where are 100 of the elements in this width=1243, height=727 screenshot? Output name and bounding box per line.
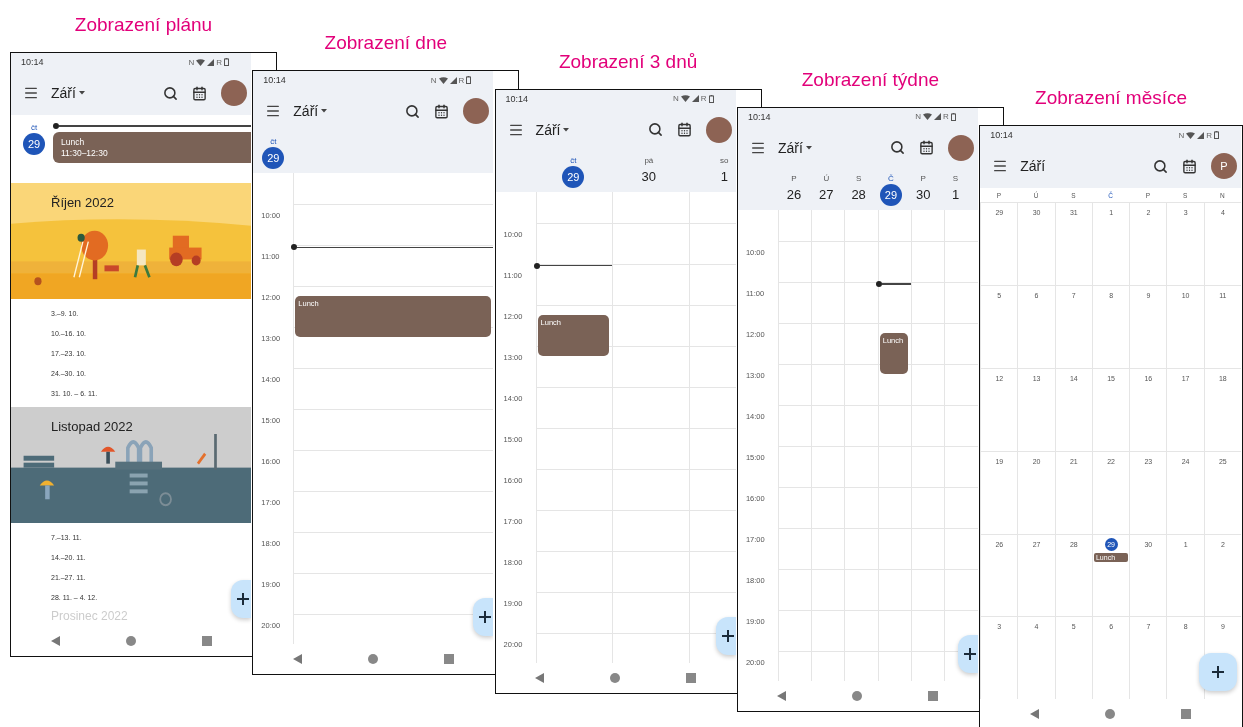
status-time: 10:14 [263, 75, 286, 86]
view-caption: Zobrazení plánu [74, 13, 213, 37]
event-card[interactable]: Lunch 11:30–12:30 [53, 132, 251, 163]
month-selector[interactable]: Září [1020, 158, 1046, 175]
wifi-icon [923, 113, 933, 121]
back-icon[interactable] [535, 672, 545, 683]
recent-apps-icon[interactable] [201, 636, 212, 646]
status-time: 10:14 [21, 57, 44, 67]
weekday-label: P [920, 173, 926, 183]
recent-apps-icon[interactable] [443, 654, 454, 665]
home-icon[interactable] [852, 690, 863, 701]
status-time: 10:14 [990, 130, 1013, 141]
plus-icon [237, 593, 249, 605]
caret-icon [805, 145, 812, 150]
signal-icon [1197, 131, 1205, 139]
add-event-button[interactable] [957, 634, 978, 673]
date-label[interactable]: 30 [912, 183, 935, 206]
battery-icon [1214, 131, 1219, 140]
event-title: Lunch [61, 137, 86, 147]
date-label[interactable]: 28 [847, 183, 870, 206]
calendar-icon[interactable] [192, 85, 207, 101]
recent-apps-icon[interactable] [686, 672, 697, 683]
back-icon[interactable] [50, 636, 60, 646]
date-label[interactable]: 30 [637, 165, 660, 188]
home-icon[interactable] [125, 636, 136, 646]
status-indicator: N [430, 75, 437, 85]
date-badge[interactable]: 29 [23, 133, 45, 155]
calendar-icon[interactable] [1182, 158, 1197, 174]
view-caption: Zobrazení měsíce [1035, 86, 1188, 111]
status-time: 10:14 [505, 93, 529, 104]
weekday-label: pá [644, 155, 654, 165]
wifi-icon [438, 76, 448, 84]
view-caption: Zobrazení dne [324, 31, 448, 56]
month-title: Říjen 2022 [50, 194, 114, 210]
status-indicator: R [458, 75, 465, 85]
battery-icon [224, 58, 229, 66]
month-selector[interactable]: Září [293, 103, 328, 120]
status-indicator: R [216, 57, 222, 67]
weekday-label: čt [270, 137, 277, 147]
plus-icon [479, 611, 492, 624]
weekday-label: čt [570, 155, 577, 165]
profile-avatar[interactable]: P [1211, 153, 1237, 180]
status-indicator: R [1206, 130, 1212, 140]
status-indicator: N [1178, 130, 1185, 140]
add-event-button[interactable] [473, 598, 494, 637]
caret-icon [321, 109, 328, 114]
profile-avatar[interactable] [947, 134, 974, 161]
search-icon[interactable] [1153, 158, 1168, 174]
weekday-label: so [720, 155, 729, 165]
status-indicator: N [188, 57, 195, 67]
date-label[interactable]: 29 [562, 165, 585, 188]
month-title: Listopad 2022 [50, 418, 133, 434]
home-icon[interactable] [610, 672, 621, 683]
plus-icon [963, 647, 976, 660]
date-label[interactable]: 1 [944, 183, 967, 206]
status-indicator: R [943, 112, 949, 122]
status-indicator: N [915, 112, 922, 122]
battery-icon [950, 112, 956, 121]
weekday-label: S [952, 173, 959, 183]
date-label[interactable]: 29 [262, 147, 285, 170]
signal-icon [449, 76, 457, 84]
search-icon[interactable] [163, 85, 178, 101]
month-selector[interactable]: Září [51, 85, 85, 101]
add-event-button[interactable] [1199, 653, 1237, 692]
weekday-label: Č [888, 173, 894, 183]
wifi-icon [680, 95, 690, 103]
month-selector[interactable]: Září [777, 139, 812, 156]
back-icon[interactable] [1030, 709, 1040, 720]
calendar-icon[interactable] [676, 122, 692, 138]
weekday-label: čt [30, 123, 38, 132]
calendar-icon[interactable] [918, 140, 934, 156]
search-icon[interactable] [405, 103, 421, 119]
home-icon[interactable] [367, 654, 378, 665]
date-label[interactable]: 29 [879, 183, 902, 206]
date-label[interactable]: 26 [783, 183, 806, 206]
home-icon[interactable] [1105, 709, 1116, 720]
month-selector[interactable]: Září [535, 121, 570, 138]
add-event-button[interactable] [715, 616, 736, 655]
date-label[interactable]: 27 [815, 183, 838, 206]
calendar-icon[interactable] [434, 103, 450, 119]
date-label[interactable]: 1 [713, 165, 736, 188]
caret-icon [563, 127, 570, 132]
signal-icon [691, 95, 699, 103]
menu-icon[interactable] [23, 85, 39, 101]
add-event-button[interactable] [231, 580, 251, 618]
status-time: 10:14 [747, 111, 771, 122]
view-caption: Zobrazení týdne [801, 67, 940, 92]
profile-avatar[interactable] [463, 98, 490, 125]
profile-avatar[interactable] [705, 116, 732, 143]
signal-icon [934, 113, 942, 121]
back-icon[interactable] [292, 654, 302, 665]
search-icon[interactable] [647, 122, 663, 138]
profile-avatar[interactable] [221, 80, 247, 106]
recent-apps-icon[interactable] [928, 690, 939, 701]
plus-icon [1212, 666, 1224, 679]
recent-apps-icon[interactable] [1181, 709, 1192, 720]
view-caption: Zobrazení 3 dnů [558, 49, 698, 74]
search-icon[interactable] [889, 140, 905, 156]
back-icon[interactable] [777, 690, 787, 701]
current-time-line [875, 280, 912, 287]
